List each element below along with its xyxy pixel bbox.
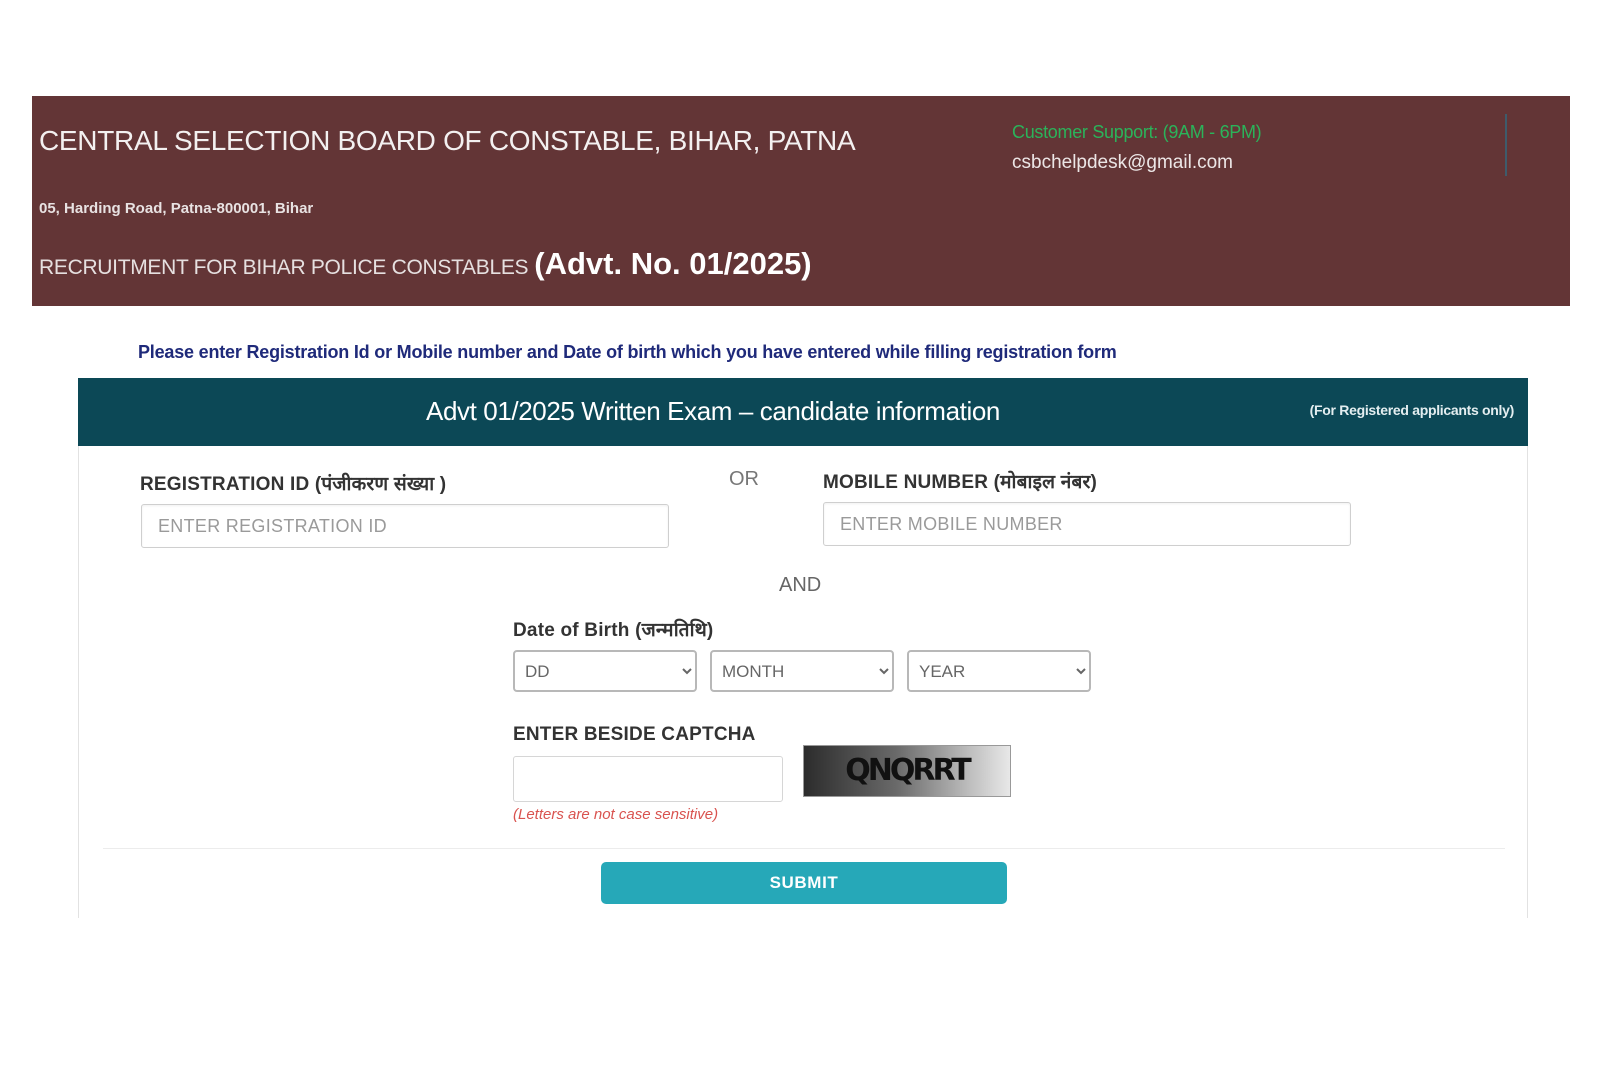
- org-address: 05, Harding Road, Patna-800001, Bihar: [39, 200, 314, 217]
- panel-note: (For Registered applicants only): [1309, 402, 1515, 418]
- candidate-form-panel: Advt 01/2025 Written Exam – candidate in…: [78, 378, 1528, 918]
- captcha-input[interactable]: [513, 756, 783, 802]
- support-email[interactable]: csbchelpdesk@gmail.com: [1012, 152, 1233, 174]
- mobile-number-label: MOBILE NUMBER (मोबाइल नंबर): [823, 472, 1097, 493]
- recruitment-line: RECRUITMENT FOR BIHAR POLICE CONSTABLES(…: [39, 246, 812, 282]
- panel-divider: [103, 848, 1505, 849]
- instruction-text: Please enter Registration Id or Mobile n…: [138, 342, 1117, 362]
- dob-day-select[interactable]: DD: [513, 650, 697, 692]
- advt-number: (Advt. No. 01/2025): [534, 246, 812, 281]
- captcha-note: (Letters are not case sensitive): [513, 806, 719, 823]
- captcha-label: ENTER BESIDE CAPTCHA: [513, 724, 756, 745]
- dob-year-select[interactable]: YEAR: [907, 650, 1091, 692]
- captcha-image: QNQRRT: [803, 745, 1011, 797]
- mobile-number-input[interactable]: [823, 502, 1351, 546]
- and-separator: AND: [779, 574, 822, 596]
- support-label: Customer Support: (9AM - 6PM): [1012, 122, 1262, 142]
- site-header: CENTRAL SELECTION BOARD OF CONSTABLE, BI…: [32, 96, 1570, 306]
- page: CENTRAL SELECTION BOARD OF CONSTABLE, BI…: [0, 0, 1600, 1066]
- recruitment-text: RECRUITMENT FOR BIHAR POLICE CONSTABLES: [39, 256, 529, 279]
- submit-button[interactable]: SUBMIT: [601, 862, 1007, 904]
- org-title: CENTRAL SELECTION BOARD OF CONSTABLE, BI…: [39, 125, 856, 156]
- dob-label: Date of Birth (जन्मतिथि): [513, 620, 714, 641]
- dob-month-select[interactable]: MONTH: [710, 650, 894, 692]
- header-divider: [1505, 114, 1507, 176]
- panel-title: Advt 01/2025 Written Exam – candidate in…: [426, 396, 1000, 426]
- registration-id-input[interactable]: [141, 504, 669, 548]
- or-separator: OR: [729, 468, 759, 490]
- panel-header: Advt 01/2025 Written Exam – candidate in…: [78, 378, 1528, 446]
- registration-id-label: REGISTRATION ID (पंजीकरण संख्या ): [140, 474, 447, 495]
